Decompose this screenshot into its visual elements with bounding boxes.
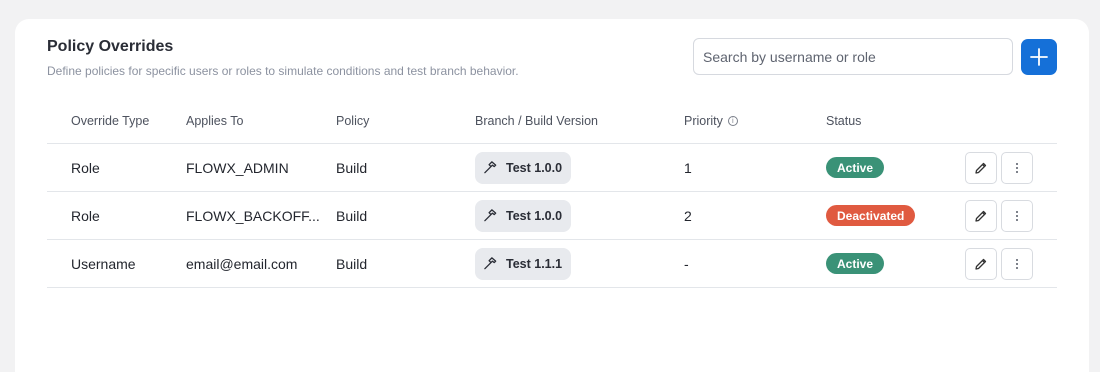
status-badge: Active (826, 157, 885, 178)
pencil-icon (975, 258, 987, 270)
table-row: Role FLOWX_BACKOFF... Build Test 1.0.0 2… (47, 192, 1057, 240)
hammer-icon (484, 161, 497, 174)
override-type-cell: Role (71, 159, 100, 176)
row-actions (965, 192, 1037, 239)
header-policy[interactable]: Policy (336, 99, 369, 143)
more-vertical-icon (1016, 210, 1018, 221)
version-label: Test 1.1.1 (506, 256, 563, 271)
hammer-icon (484, 257, 497, 270)
header-branch-build-version[interactable]: Branch / Build Version (475, 99, 598, 143)
more-button[interactable] (1001, 199, 1033, 232)
version-chip[interactable]: Test 1.0.0 (475, 199, 572, 232)
header-priority[interactable]: Priority i (684, 99, 738, 143)
policy-cell: Build (336, 159, 368, 176)
search-input[interactable] (693, 38, 1013, 75)
applies-to-cell: FLOWX_ADMIN (186, 159, 289, 176)
header-applies-to[interactable]: Applies To (186, 99, 243, 143)
page-subtitle: Define policies for specific users or ro… (47, 64, 519, 78)
table-header-row: Override Type Applies To Policy Branch /… (47, 99, 1057, 144)
more-button[interactable] (1001, 151, 1033, 184)
priority-cell: 2 (684, 207, 692, 224)
version-chip[interactable]: Test 1.0.0 (475, 151, 572, 184)
row-actions (965, 144, 1037, 191)
version-cell: Test 1.0.0 (475, 192, 572, 239)
info-icon[interactable]: i (727, 116, 738, 126)
applies-to-cell: email@email.com (186, 255, 298, 272)
priority-cell: - (684, 255, 689, 272)
status-cell: Deactivated (826, 192, 916, 239)
more-vertical-icon (1016, 162, 1018, 173)
more-button[interactable] (1001, 247, 1033, 280)
version-cell: Test 1.1.1 (475, 240, 572, 287)
header-priority-label: Priority (684, 114, 723, 128)
policy-cell: Build (336, 255, 368, 272)
table-row: Role FLOWX_ADMIN Build Test 1.0.0 1 Acti… (47, 144, 1057, 192)
version-chip[interactable]: Test 1.1.1 (475, 247, 572, 280)
add-override-button[interactable] (1021, 39, 1057, 75)
policy-overrides-card: Policy Overrides Define policies for spe… (15, 19, 1089, 372)
version-label: Test 1.0.0 (506, 160, 563, 175)
policy-cell: Build (336, 207, 368, 224)
overrides-table: Override Type Applies To Policy Branch /… (47, 99, 1057, 288)
edit-button[interactable] (965, 151, 997, 184)
status-cell: Active (826, 240, 885, 287)
priority-cell: 1 (684, 159, 692, 176)
applies-to-cell: FLOWX_BACKOFF... (186, 207, 320, 224)
edit-button[interactable] (965, 247, 997, 280)
table-row: Username email@email.com Build Test 1.1.… (47, 240, 1057, 288)
edit-button[interactable] (965, 199, 997, 232)
status-cell: Active (826, 144, 885, 191)
row-actions (965, 240, 1037, 287)
plus-icon (1030, 48, 1048, 66)
header-override-type[interactable]: Override Type (71, 99, 149, 143)
pencil-icon (975, 210, 987, 222)
override-type-cell: Username (71, 255, 136, 272)
pencil-icon (975, 162, 987, 174)
more-vertical-icon (1016, 258, 1018, 269)
status-badge: Active (826, 253, 885, 274)
override-type-cell: Role (71, 207, 100, 224)
status-badge: Deactivated (826, 205, 916, 226)
version-label: Test 1.0.0 (506, 208, 563, 223)
hammer-icon (484, 209, 497, 222)
header-status[interactable]: Status (826, 99, 861, 143)
version-cell: Test 1.0.0 (475, 144, 572, 191)
page-title: Policy Overrides (47, 38, 174, 55)
